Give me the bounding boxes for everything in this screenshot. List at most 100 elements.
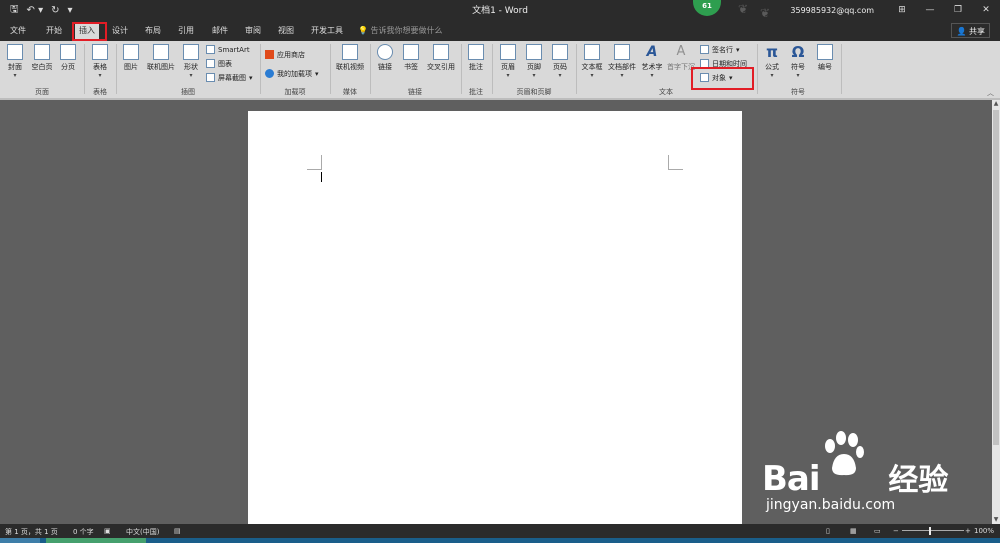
shapes-button[interactable]: 形状 ▾ — [180, 44, 202, 79]
online-pictures-button[interactable]: 联机图片 — [144, 44, 178, 72]
proofing-icon[interactable]: ▣ — [104, 527, 111, 535]
drop-cap-icon: A — [676, 44, 686, 59]
footer-button[interactable]: 页脚 ▾ — [523, 44, 545, 79]
header-icon — [500, 44, 516, 60]
symbol-button[interactable]: Ω 符号 ▾ — [786, 44, 810, 79]
store-icon — [265, 50, 274, 59]
group-header-footer: 页眉和页脚 — [516, 88, 552, 96]
online-picture-icon — [153, 44, 169, 60]
video-icon — [342, 44, 358, 60]
group-divider — [461, 44, 462, 94]
blank-page-button[interactable]: 空白页 — [28, 44, 56, 72]
omega-icon: Ω — [791, 43, 805, 61]
tab-home[interactable]: 开始 — [46, 25, 62, 36]
number-button[interactable]: 编号 — [813, 44, 837, 72]
quick-parts-icon — [614, 44, 630, 60]
tab-file[interactable]: 文件 — [10, 25, 26, 36]
zoom-in-icon[interactable]: + — [965, 527, 971, 535]
scroll-thumb[interactable] — [993, 110, 999, 445]
page-count[interactable]: 第 1 页，共 1 页 — [5, 527, 58, 537]
taskbar-start[interactable] — [0, 538, 40, 543]
taskbar-app[interactable] — [46, 538, 146, 543]
language-indicator[interactable]: 中文(中国) — [126, 527, 159, 537]
picture-icon — [123, 44, 139, 60]
undo-icon[interactable]: ↶ ▾ — [27, 5, 44, 16]
highlight-insert-tab — [72, 22, 107, 41]
collapse-ribbon-icon[interactable]: ︿ — [987, 88, 994, 98]
online-video-button[interactable]: 联机视频 — [333, 44, 367, 72]
zoom-level[interactable]: 100% — [974, 527, 994, 535]
my-addins-button[interactable]: 我的加载项 ▾ — [265, 68, 319, 79]
tab-view[interactable]: 视图 — [278, 25, 294, 36]
customize-icon[interactable]: ▾ — [68, 5, 73, 16]
zoom-slider-thumb[interactable] — [929, 527, 931, 535]
leaf-decoration-icon: ❦ — [738, 2, 749, 16]
group-tables: 表格 — [93, 88, 107, 96]
tab-layout[interactable]: 布局 — [145, 25, 161, 36]
read-mode-icon[interactable]: ▯ — [826, 527, 830, 535]
bookmark-button[interactable]: 书签 — [400, 44, 422, 72]
scroll-up-icon[interactable]: ▲ — [992, 100, 1000, 108]
text-box-button[interactable]: 文本框 ▾ — [579, 44, 605, 79]
screenshot-button[interactable]: 屏幕截图 ▾ — [206, 72, 253, 83]
equation-button[interactable]: π 公式 ▾ — [760, 44, 784, 79]
print-layout-icon[interactable]: ▦ — [850, 527, 857, 535]
watermark-brand-cn: 经验 — [888, 463, 949, 498]
ribbon-display-options-icon[interactable]: ⊞ — [888, 5, 916, 15]
tab-review[interactable]: 审阅 — [245, 25, 261, 36]
number-icon — [817, 44, 833, 60]
tell-me-search[interactable]: 💡 告诉我你想要做什么 — [358, 25, 443, 36]
document-page[interactable] — [248, 111, 742, 524]
smartart-button[interactable]: SmartArt — [206, 44, 250, 55]
tab-design[interactable]: 设计 — [112, 25, 128, 36]
close-icon[interactable]: ✕ — [972, 5, 1000, 15]
ribbon-tabs: 文件 开始 插入 设计 布局 引用 邮件 审阅 视图 开发工具 💡 告诉我你想要… — [0, 20, 1000, 41]
wordart-button[interactable]: A 艺术字 ▾ — [639, 44, 665, 79]
minimize-icon[interactable]: — — [916, 5, 944, 15]
scroll-down-icon[interactable]: ▼ — [992, 516, 1000, 524]
text-box-icon — [584, 44, 600, 60]
quick-parts-button[interactable]: 文档部件 ▾ — [606, 44, 638, 79]
table-button[interactable]: 表格 ▾ — [88, 44, 112, 79]
footer-icon — [526, 44, 542, 60]
tab-mailings[interactable]: 邮件 — [212, 25, 228, 36]
zoom-slider[interactable] — [902, 530, 964, 531]
group-divider — [260, 44, 261, 94]
redo-icon[interactable]: ↻ — [51, 5, 59, 16]
page-number-button[interactable]: 页码 ▾ — [549, 44, 571, 79]
pictures-button[interactable]: 图片 — [120, 44, 142, 72]
cover-page-button[interactable]: 封面 ▾ — [4, 44, 26, 79]
watermark-brand: Bai — [762, 459, 821, 499]
chart-button[interactable]: 图表 — [206, 58, 232, 69]
group-divider — [116, 44, 117, 94]
store-button[interactable]: 应用商店 — [265, 49, 305, 60]
word-count[interactable]: 0 个字 — [73, 527, 94, 537]
cross-reference-button[interactable]: 交叉引用 — [424, 44, 458, 72]
tell-me-text: 告诉我你想要做什么 — [370, 26, 443, 35]
web-layout-icon[interactable]: ▭ — [874, 527, 881, 535]
share-button[interactable]: 👤 共享 — [951, 23, 990, 38]
tab-developer[interactable]: 开发工具 — [311, 25, 343, 36]
zoom-out-icon[interactable]: − — [893, 527, 899, 535]
signature-line-button[interactable]: 签名行 ▾ — [700, 44, 740, 55]
cross-reference-icon — [433, 44, 449, 60]
link-button[interactable]: 链接 — [374, 44, 396, 72]
pi-icon: π — [766, 43, 778, 61]
group-media: 媒体 — [343, 88, 357, 96]
header-button[interactable]: 页眉 ▾ — [497, 44, 519, 79]
status-bar: 第 1 页，共 1 页 0 个字 ▣ 中文(中国) ▤ ▯ ▦ ▭ − + 10… — [0, 524, 1000, 538]
vertical-scrollbar[interactable]: ▲ ▼ — [992, 100, 1000, 524]
macro-icon[interactable]: ▤ — [174, 527, 181, 535]
maximize-icon[interactable]: ❐ — [944, 5, 972, 15]
tab-references[interactable]: 引用 — [178, 25, 194, 36]
account-name[interactable]: 359985932@qq.com — [790, 6, 874, 15]
page-number-icon — [552, 44, 568, 60]
comment-button[interactable]: 批注 — [465, 44, 487, 72]
watermark-url: jingyan.baidu.com — [766, 497, 896, 513]
ribbon-insert: 封面 ▾ 空白页 分页 页面 表格 ▾ 表格 图片 联机图片 形状 ▾ SmartAr… — [0, 41, 1000, 98]
page-break-button[interactable]: 分页 — [58, 44, 78, 72]
group-comments: 批注 — [469, 88, 483, 96]
baidu-watermark: Bai 经验 jingyan.baidu.com — [762, 455, 949, 513]
chart-icon — [206, 59, 215, 68]
save-icon[interactable]: 🖫 — [10, 2, 19, 19]
